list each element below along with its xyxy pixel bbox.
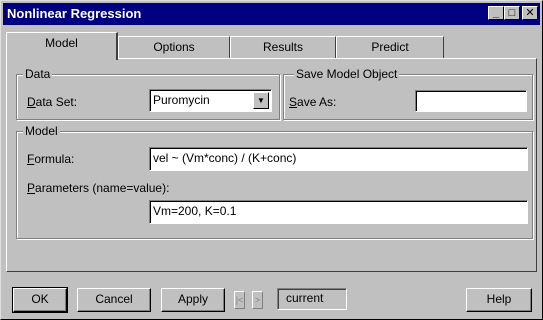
current-indicator: current — [277, 288, 347, 310]
saveas-input[interactable] — [415, 90, 527, 112]
ok-button[interactable]: OK — [12, 287, 68, 313]
cancel-button[interactable]: Cancel — [77, 288, 151, 312]
title-bar[interactable]: Nonlinear Regression _ □ ✕ — [3, 3, 540, 25]
tab-predict[interactable]: Predict — [336, 36, 444, 58]
nonlinear-regression-dialog: Nonlinear Regression _ □ ✕ Model Options… — [0, 0, 543, 320]
first-icon[interactable]: |< — [234, 291, 245, 309]
tab-options[interactable]: Options — [118, 36, 230, 58]
minimize-button[interactable]: _ — [488, 6, 504, 20]
saveas-label: Save As: — [289, 95, 337, 109]
parameters-label: Parameters (name=value): — [27, 181, 170, 195]
model-group: Model Formula: vel ~ (Vm*conc) / (K+conc… — [16, 124, 533, 239]
close-button[interactable]: ✕ — [522, 6, 538, 20]
parameters-input[interactable]: Vm=200, K=0.1 — [149, 200, 528, 224]
maximize-button[interactable]: □ — [504, 6, 520, 20]
next-icon[interactable]: > — [252, 291, 263, 309]
model-group-legend: Model — [23, 124, 60, 138]
model-tab-panel: Data Data Set: Puromycin ▼ Save Model Ob… — [6, 58, 537, 272]
tab-model[interactable]: Model — [6, 32, 118, 60]
window-title: Nonlinear Regression — [7, 6, 142, 21]
apply-button[interactable]: Apply — [161, 288, 225, 312]
dropdown-arrow-icon[interactable]: ▼ — [253, 92, 269, 109]
save-model-legend: Save Model Object — [294, 67, 400, 81]
data-group-legend: Data — [23, 67, 53, 81]
data-group: Data Data Set: Puromycin ▼ — [16, 67, 280, 120]
help-button[interactable]: Help — [466, 288, 532, 312]
dataset-combobox[interactable]: Puromycin ▼ — [149, 89, 272, 112]
dataset-value: Puromycin — [153, 93, 210, 107]
formula-label: Formula: — [27, 152, 75, 166]
dataset-label: Data Set: — [27, 95, 78, 109]
save-model-group: Save Model Object Save As: — [283, 67, 533, 120]
formula-input[interactable]: vel ~ (Vm*conc) / (K+conc) — [149, 147, 528, 171]
tab-results[interactable]: Results — [230, 36, 336, 58]
